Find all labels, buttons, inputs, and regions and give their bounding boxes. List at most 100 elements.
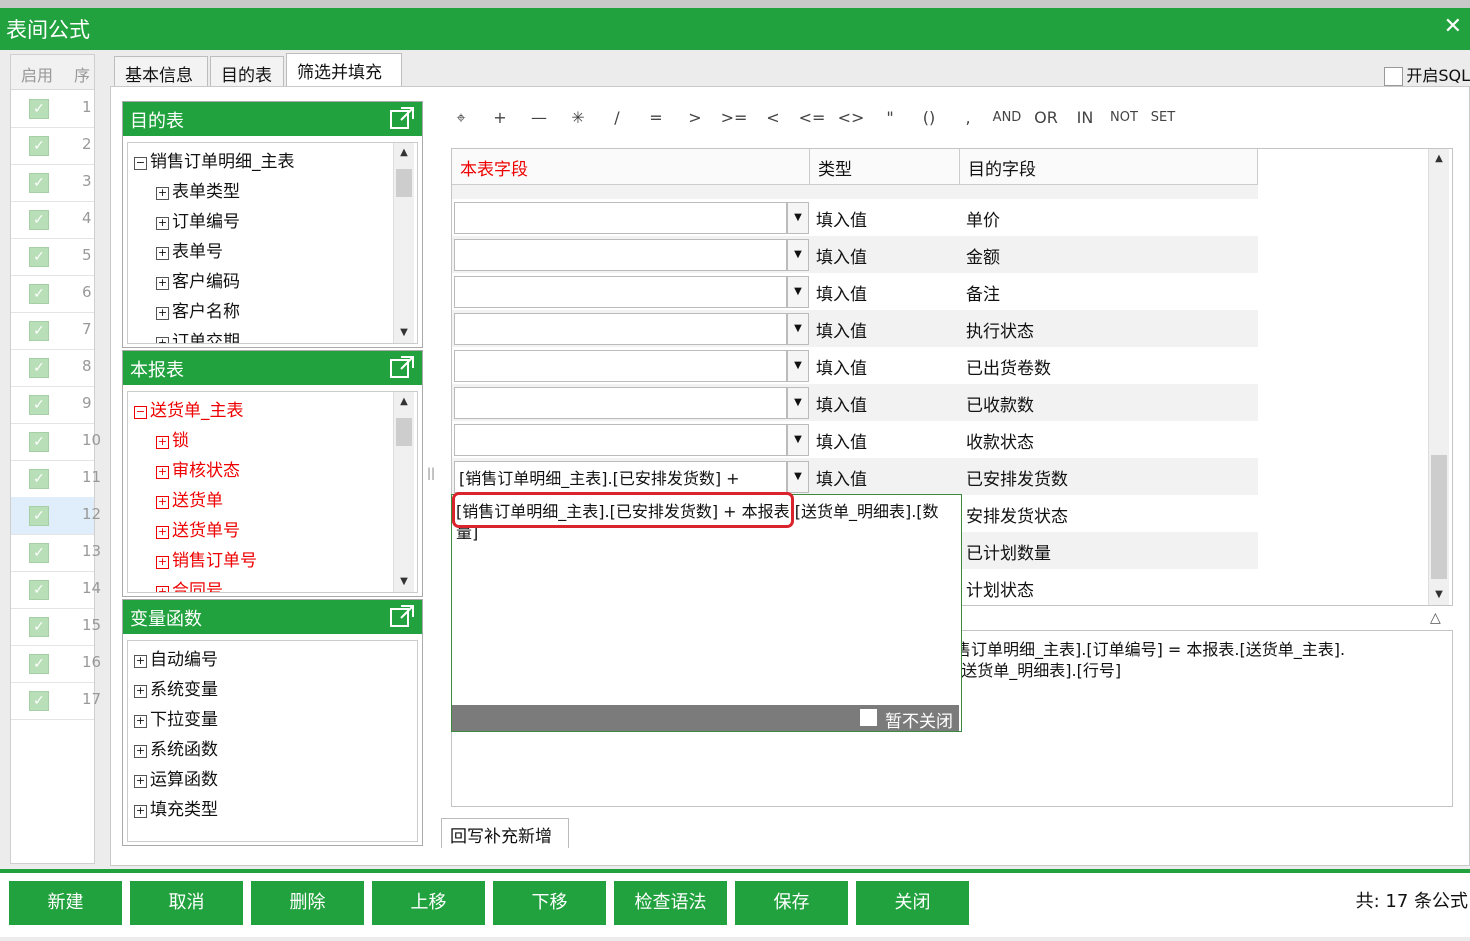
source-field-input[interactable] (454, 239, 787, 271)
expand-icon[interactable]: + (134, 745, 147, 758)
enabled-checkbox[interactable]: ✓ (29, 617, 49, 637)
dropdown-arrow-icon[interactable]: ▼ (787, 424, 809, 456)
tree-item[interactable]: + 订单编号 (156, 207, 240, 232)
move-up-button[interactable]: 上移 (372, 881, 485, 925)
popout-icon[interactable] (390, 605, 414, 627)
keep-open-checkbox[interactable] (860, 709, 877, 726)
cancel-button[interactable]: 取消 (130, 881, 243, 925)
enabled-checkbox[interactable]: ✓ (29, 321, 49, 341)
tree-item[interactable]: + 自动编号 (134, 645, 218, 670)
dropdown-arrow-icon[interactable]: ▼ (787, 313, 809, 345)
enabled-checkbox[interactable]: ✓ (29, 654, 49, 674)
scroll-up-icon[interactable]: ▲ (394, 143, 414, 163)
source-field-input[interactable] (454, 350, 787, 382)
tree-item[interactable]: + 系统变量 (134, 675, 218, 700)
formula-row[interactable]: ✓ 6 (11, 275, 94, 313)
gt-op[interactable]: > (678, 100, 712, 136)
popout-icon[interactable] (390, 107, 414, 129)
formula-row[interactable]: ✓ 12 (11, 497, 101, 535)
or-op[interactable]: OR (1029, 100, 1063, 136)
dropdown-arrow-icon[interactable]: ▼ (787, 202, 809, 234)
enabled-checkbox[interactable]: ✓ (29, 543, 49, 563)
tab-1[interactable]: 目的表 (210, 56, 284, 88)
save-button[interactable]: 保存 (735, 881, 848, 925)
and-op[interactable]: AND (990, 100, 1024, 136)
tab-2[interactable]: 筛选并填充 (286, 53, 402, 87)
expand-icon[interactable]: + (156, 307, 169, 320)
tab-writeback-supplement[interactable]: 回写补充新增 (441, 818, 569, 848)
expand-icon[interactable]: + (134, 715, 147, 728)
table-row[interactable]: [销售订单明细_主表].[已安排发货数] + ▼ 填入值 已安排发货数 (452, 458, 1258, 495)
collapse-icon[interactable]: − (134, 157, 147, 170)
tree-item[interactable]: − 送货单_主表 (134, 396, 244, 421)
new-button[interactable]: 新建 (9, 881, 122, 925)
formula-row[interactable]: ✓ 4 (11, 201, 94, 239)
tree-item[interactable]: + 审核状态 (156, 456, 240, 481)
table-row[interactable]: ▼ 填入值 单价 (452, 199, 1258, 236)
scroll-down-icon[interactable]: ▼ (1429, 585, 1449, 605)
expand-icon[interactable]: + (134, 655, 147, 668)
table-row[interactable]: ▼ 填入值 已出货卷数 (452, 347, 1258, 384)
formula-row[interactable]: ✓ 1 (11, 90, 94, 128)
formula-row[interactable]: ✓ 14 (11, 571, 101, 609)
lte-op[interactable]: <= (795, 100, 829, 136)
tree-item[interactable]: + 客户名称 (156, 297, 240, 322)
formula-row[interactable]: ✓ 7 (11, 312, 94, 350)
gte-op[interactable]: >= (717, 100, 751, 136)
enabled-checkbox[interactable]: ✓ (29, 247, 49, 267)
formula-row[interactable]: ✓ 16 (11, 645, 101, 683)
expand-icon[interactable]: + (156, 217, 169, 230)
lt-op[interactable]: < (756, 100, 790, 136)
dropdown-arrow-icon[interactable]: ▼ (787, 387, 809, 419)
divide-op[interactable]: / (600, 100, 634, 136)
formula-row[interactable]: ✓ 3 (11, 164, 94, 202)
formula-row[interactable]: ✓ 10 (11, 423, 101, 461)
formula-editor[interactable]: [销售订单明细_主表].[已安排发货数] + 本报表.[送货单_明细表].[数量… (451, 494, 962, 732)
tree-item[interactable]: + 系统函数 (134, 735, 218, 760)
tree-item[interactable]: + 合同号 (156, 576, 223, 592)
formula-row[interactable]: ✓ 15 (11, 608, 101, 646)
table-row[interactable]: ▼ 填入值 收款状态 (452, 421, 1258, 458)
scroll-down-icon[interactable]: ▼ (394, 323, 414, 343)
quote-op[interactable]: " (873, 100, 907, 136)
source-field-input[interactable] (454, 387, 787, 419)
expand-icon[interactable]: + (156, 277, 169, 290)
tree-item[interactable]: + 订单交期 (156, 327, 240, 343)
tree-item[interactable]: + 送货单号 (156, 516, 240, 541)
not-op[interactable]: NOT (1107, 100, 1141, 136)
expand-icon[interactable]: + (156, 496, 169, 509)
source-field-input[interactable]: [销售订单明细_主表].[已安排发货数] + (454, 461, 787, 493)
tree-item[interactable]: + 填充类型 (134, 795, 218, 820)
wand-icon[interactable]: ⌖ (444, 100, 478, 136)
comma-op[interactable]: , (951, 100, 985, 136)
dropdown-arrow-icon[interactable]: ▼ (787, 350, 809, 382)
tree-item[interactable]: + 销售订单号 (156, 546, 257, 571)
formula-row[interactable]: ✓ 9 (11, 386, 94, 424)
formula-row[interactable]: ✓ 8 (11, 349, 94, 387)
multiply-op[interactable]: ✳ (561, 100, 595, 136)
tree-item[interactable]: + 客户编码 (156, 267, 240, 292)
formula-row[interactable]: ✓ 5 (11, 238, 94, 276)
enabled-checkbox[interactable]: ✓ (29, 173, 49, 193)
equals-op[interactable]: = (639, 100, 673, 136)
close-icon[interactable]: ✕ (1444, 14, 1462, 39)
expand-icon[interactable]: + (134, 805, 147, 818)
expand-icon[interactable]: + (156, 586, 169, 592)
table-row[interactable]: ▼ 填入值 备注 (452, 273, 1258, 310)
collapse-icon[interactable]: − (134, 406, 147, 419)
tree-item[interactable]: − 销售订单明细_主表 (134, 147, 295, 172)
enabled-checkbox[interactable]: ✓ (29, 136, 49, 156)
tree-item[interactable]: + 表单号 (156, 237, 223, 262)
source-field-input[interactable] (454, 276, 787, 308)
expand-icon[interactable]: + (156, 337, 169, 343)
expand-icon[interactable]: + (134, 775, 147, 788)
enabled-checkbox[interactable]: ✓ (29, 691, 49, 711)
enabled-checkbox[interactable]: ✓ (29, 469, 49, 489)
enabled-checkbox[interactable]: ✓ (29, 358, 49, 378)
plus-op[interactable]: + (483, 100, 517, 136)
expand-icon[interactable]: + (156, 436, 169, 449)
table-row[interactable]: ▼ 填入值 已收款数 (452, 384, 1258, 421)
formula-row[interactable]: ✓ 2 (11, 127, 94, 165)
set-op[interactable]: SET (1146, 100, 1180, 136)
paren-op[interactable]: () (912, 100, 946, 136)
